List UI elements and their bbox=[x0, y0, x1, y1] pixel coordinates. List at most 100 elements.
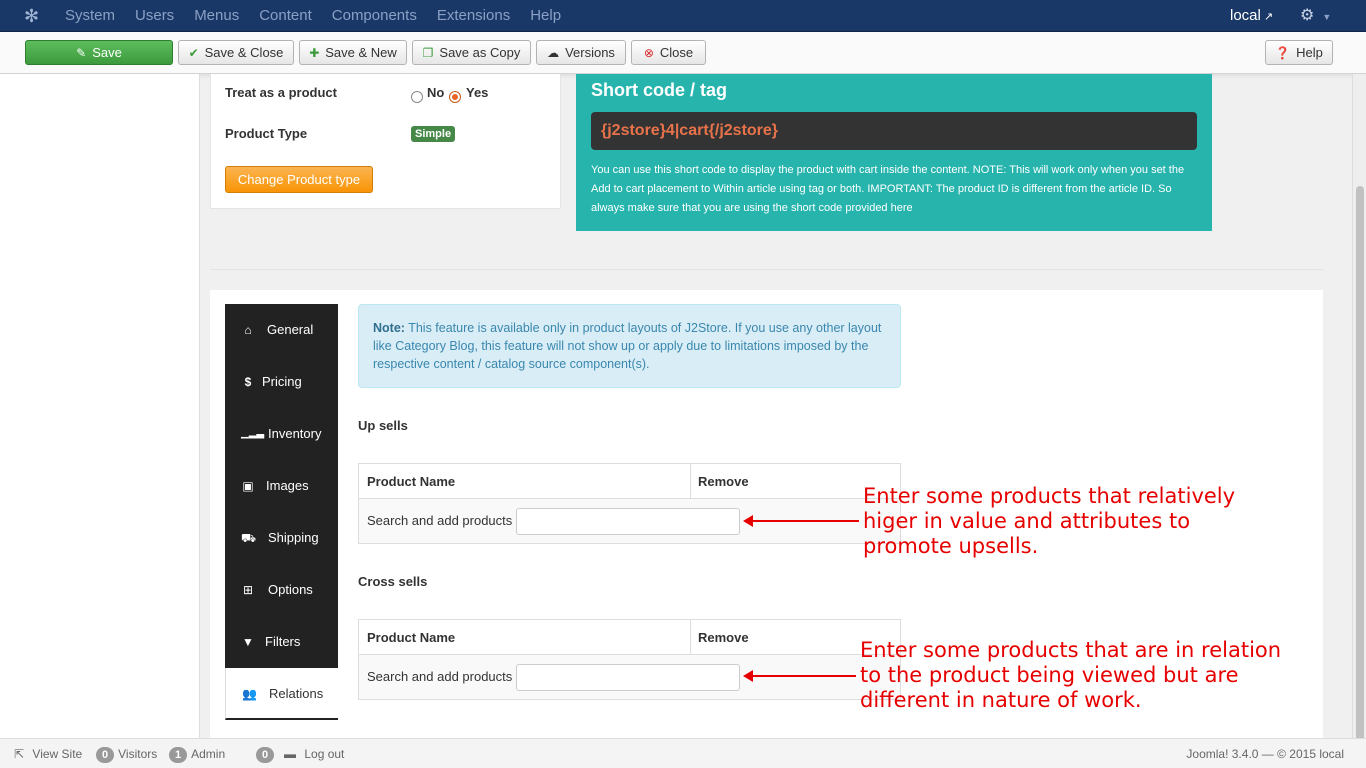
change-product-type-button[interactable]: Change Product type bbox=[225, 166, 373, 193]
annotation-arrow bbox=[743, 670, 856, 682]
upsells-table: Product Name Remove Search and add produ… bbox=[358, 463, 901, 544]
page-scrollbar[interactable] bbox=[1352, 74, 1366, 760]
shortcode-title: Short code / tag bbox=[591, 80, 728, 100]
left-gutter bbox=[0, 74, 200, 738]
external-link-icon: ↗ bbox=[1263, 11, 1274, 23]
edit-icon: ✎ bbox=[76, 46, 87, 60]
save-new-button[interactable]: ✚ Save & New bbox=[299, 40, 407, 65]
product-type-label: Product Type bbox=[225, 126, 308, 141]
site-link[interactable]: local ↗ bbox=[1230, 0, 1273, 33]
menu-users[interactable]: Users bbox=[125, 0, 184, 32]
share-icon: ⇱ bbox=[14, 747, 25, 761]
product-side-tabs: ⌂ General $ Pricing ▁▂▃ Inventory ▣ Imag… bbox=[225, 304, 338, 720]
save-button[interactable]: ✎ Save bbox=[25, 40, 173, 65]
dollar-icon: $ bbox=[244, 375, 252, 389]
minus-icon: ▬ bbox=[284, 747, 296, 761]
help-button[interactable]: ❓ Help bbox=[1265, 40, 1333, 65]
close-button[interactable]: ⊗ Close bbox=[631, 40, 706, 65]
visitors-count: 0 bbox=[96, 747, 115, 763]
site-name: local bbox=[1230, 7, 1261, 24]
crosssells-search-input[interactable] bbox=[516, 664, 740, 691]
archive-icon: ☁ bbox=[547, 46, 560, 60]
signal-icon: ▁▂▃ bbox=[241, 428, 265, 439]
menu-system[interactable]: System bbox=[55, 0, 125, 32]
col-product-name: Product Name bbox=[367, 474, 456, 489]
tab-filters[interactable]: ▼ Filters bbox=[225, 616, 338, 668]
product-type-badge: Simple bbox=[411, 126, 456, 142]
upsells-heading: Up sells bbox=[358, 418, 408, 433]
tab-inventory[interactable]: ▁▂▃ Inventory bbox=[225, 408, 338, 460]
plus-icon: ✚ bbox=[309, 46, 320, 60]
versions-button[interactable]: ☁ Versions bbox=[536, 40, 626, 65]
note-text: This feature is available only in produc… bbox=[373, 321, 882, 371]
upsells-search-input[interactable] bbox=[516, 508, 740, 535]
radio-no[interactable] bbox=[411, 91, 423, 103]
table-header-row: Product Name Remove bbox=[359, 620, 900, 655]
crosssells-table: Product Name Remove Search and add produ… bbox=[358, 619, 901, 700]
menu-help[interactable]: Help bbox=[520, 0, 571, 32]
treat-as-product-label: Treat as a product bbox=[225, 85, 337, 100]
radio-no-label: No bbox=[427, 85, 445, 100]
col-product-name: Product Name bbox=[367, 630, 456, 645]
crosssell-annotation: Enter some products that are in relation… bbox=[860, 638, 1282, 712]
question-icon: ❓ bbox=[1275, 46, 1291, 60]
column-divider bbox=[690, 464, 691, 499]
annotation-arrow bbox=[743, 515, 859, 527]
info-note: Note: This feature is available only in … bbox=[358, 304, 901, 388]
shortcode-panel: Short code / tag {j2store}4|cart{/j2stor… bbox=[576, 74, 1212, 231]
shortcode-value[interactable]: {j2store}4|cart{/j2store} bbox=[591, 112, 1197, 150]
menu-extensions[interactable]: Extensions bbox=[427, 0, 520, 32]
filter-icon: ▼ bbox=[242, 635, 254, 649]
radio-yes[interactable] bbox=[449, 91, 461, 103]
menu-menus[interactable]: Menus bbox=[184, 0, 249, 32]
table-header-row: Product Name Remove bbox=[359, 464, 900, 499]
crosssells-heading: Cross sells bbox=[358, 574, 428, 589]
menu-components[interactable]: Components bbox=[322, 0, 427, 32]
check-icon: ✔ bbox=[188, 46, 199, 60]
column-divider bbox=[690, 620, 691, 655]
tab-images[interactable]: ▣ Images bbox=[225, 460, 338, 512]
upsell-annotation: Enter some products that relatively hige… bbox=[863, 484, 1236, 558]
scrollbar-thumb[interactable] bbox=[1356, 186, 1364, 760]
admin-count: 1 bbox=[169, 747, 188, 763]
messages-count: 0 bbox=[256, 747, 275, 763]
footer-copyright: Joomla! 3.4.0 — © 2015 local bbox=[1186, 747, 1344, 761]
view-site-link[interactable]: ⇱ View Site bbox=[14, 739, 82, 768]
col-remove: Remove bbox=[698, 630, 749, 645]
caret-down-icon: ▼ bbox=[1322, 12, 1332, 22]
image-icon: ▣ bbox=[242, 479, 254, 493]
settings-dropdown[interactable]: ⚙ ▼ bbox=[1300, 0, 1331, 33]
divider bbox=[210, 269, 1323, 270]
admin-status: 1 Admin bbox=[169, 739, 225, 768]
users-icon: 👥 bbox=[242, 687, 257, 701]
gear-icon: ⚙ bbox=[1300, 7, 1315, 24]
tab-relations[interactable]: 👥 Relations bbox=[225, 668, 338, 720]
menu-content[interactable]: Content bbox=[249, 0, 322, 32]
messages-status: 0 bbox=[256, 739, 278, 768]
col-remove: Remove bbox=[698, 474, 749, 489]
cancel-circle-icon: ⊗ bbox=[643, 46, 654, 60]
status-bar: ⇱ View Site 0 Visitors 1 Admin 0 ▬ Log out… bbox=[0, 738, 1366, 768]
tab-shipping[interactable]: ⛟ Shipping bbox=[225, 512, 338, 564]
tab-general[interactable]: ⌂ General bbox=[225, 304, 338, 356]
copy-icon: ❐ bbox=[422, 46, 434, 60]
radio-yes-label: Yes bbox=[466, 85, 489, 100]
home-icon: ⌂ bbox=[244, 323, 252, 337]
search-add-label: Search and add products bbox=[367, 669, 513, 684]
sitemap-icon: ⊞ bbox=[242, 583, 254, 597]
search-add-label: Search and add products bbox=[367, 513, 513, 528]
shortcode-description: You can use this short code to display t… bbox=[591, 164, 1185, 214]
visitors-status: 0 Visitors bbox=[96, 739, 157, 768]
main-menu: System Users Menus Content Components Ex… bbox=[55, 0, 571, 32]
joomla-logo-icon[interactable]: ✻ bbox=[24, 7, 42, 25]
toolbar: ✎ Save ✔ Save & Close ✚ Save & New ❐ Save as… bbox=[0, 32, 1366, 74]
top-navbar: ✻ System Users Menus Content Components … bbox=[0, 0, 1366, 32]
logout-link[interactable]: ▬ Log out bbox=[284, 739, 344, 768]
save-copy-button[interactable]: ❐ Save as Copy bbox=[412, 40, 531, 65]
truck-icon: ⛟ bbox=[241, 531, 257, 545]
save-close-button[interactable]: ✔ Save & Close bbox=[178, 40, 294, 65]
note-prefix: Note: bbox=[373, 321, 405, 335]
tab-pricing[interactable]: $ Pricing bbox=[225, 356, 338, 408]
tab-options[interactable]: ⊞ Options bbox=[225, 564, 338, 616]
table-row: Search and add products bbox=[359, 655, 900, 699]
